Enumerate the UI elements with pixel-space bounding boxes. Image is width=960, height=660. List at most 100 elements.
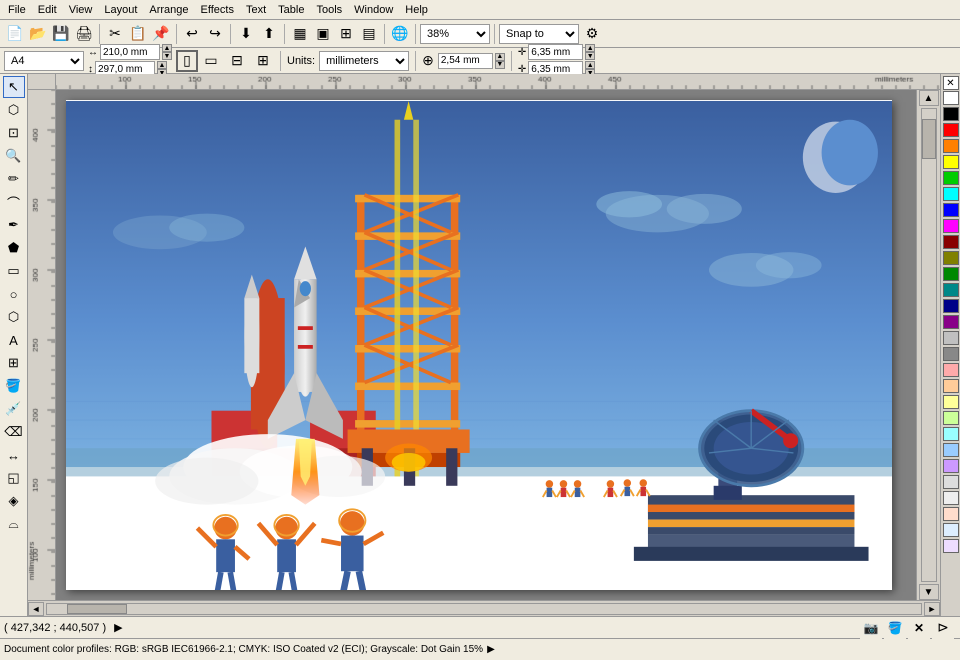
eyedropper-tool[interactable]: 💉 <box>3 398 25 420</box>
zoom-select[interactable]: 38% 50% 75% 100% <box>420 24 490 44</box>
node-tool[interactable]: ⬡ <box>3 99 25 121</box>
color-swatch-pink[interactable] <box>943 363 959 377</box>
color-swatch-light-gray2[interactable] <box>943 491 959 505</box>
color-swatch-cyan[interactable] <box>943 187 959 201</box>
color-swatch-magenta[interactable] <box>943 219 959 233</box>
scroll-up-button[interactable]: ▲ <box>919 90 939 106</box>
menu-effects[interactable]: Effects <box>195 2 240 18</box>
eraser-tool[interactable]: ⌫ <box>3 421 25 443</box>
import-button[interactable]: ⬇ <box>235 23 257 45</box>
color-swatch-lavender[interactable] <box>943 459 959 473</box>
open-button[interactable]: 📂 <box>27 23 49 45</box>
color-swatch-navy[interactable] <box>943 299 959 313</box>
color-swatch-olive[interactable] <box>943 251 959 265</box>
nx-spin-down[interactable]: ▼ <box>585 52 595 60</box>
save-button[interactable]: 💾 <box>50 23 72 45</box>
scroll-left-button[interactable]: ◄ <box>28 602 44 616</box>
page-layout2-button[interactable]: ⊞ <box>252 50 274 72</box>
portrait-button[interactable]: ▯ <box>176 50 198 72</box>
blend-tool[interactable]: ↔ <box>3 444 25 466</box>
text-tool[interactable]: A <box>3 329 25 351</box>
freehand-tool[interactable]: ✏ <box>3 168 25 190</box>
x-spin-down[interactable]: ▼ <box>495 61 505 69</box>
width-spin-down[interactable]: ▼ <box>162 52 172 60</box>
transparency-tool[interactable]: ◈ <box>3 490 25 512</box>
profile-arrow[interactable]: ▶ <box>487 644 495 655</box>
units-select[interactable]: millimeters inches pixels <box>319 51 409 71</box>
print-button[interactable]: 🖨 <box>73 23 95 45</box>
fill-tool[interactable]: 🪣 <box>3 375 25 397</box>
color-swatch-extra3[interactable] <box>943 539 959 553</box>
scroll-right-button[interactable]: ► <box>924 602 940 616</box>
color-swatch-light-yellow[interactable] <box>943 395 959 409</box>
canvas-scroll[interactable] <box>56 90 916 600</box>
color-swatch-sky-blue[interactable] <box>943 443 959 457</box>
color-swatch-black[interactable] <box>943 107 959 121</box>
scroll-down-button[interactable]: ▼ <box>919 584 939 600</box>
crop-tool[interactable]: ⊡ <box>3 122 25 144</box>
polygon-tool[interactable]: ⬡ <box>3 306 25 328</box>
scroll-thumb[interactable] <box>922 119 936 159</box>
color-swatch-blue[interactable] <box>943 203 959 217</box>
copy-button[interactable]: 📋 <box>127 23 149 45</box>
page-size-select[interactable]: A4 <box>4 51 84 71</box>
menu-file[interactable]: File <box>2 2 32 18</box>
shadow-tool[interactable]: ◱ <box>3 467 25 489</box>
new-button[interactable]: 📄 <box>4 23 26 45</box>
page-width-input[interactable] <box>100 44 160 60</box>
color-swatch-purple[interactable] <box>943 315 959 329</box>
no-color-swatch[interactable]: ✕ <box>943 76 959 90</box>
page-layout-button[interactable]: ⊟ <box>226 50 248 72</box>
menu-help[interactable]: Help <box>399 2 434 18</box>
color-swatch-peach[interactable] <box>943 379 959 393</box>
view-button4[interactable]: ▤ <box>358 23 380 45</box>
color-swatch-orange[interactable] <box>943 139 959 153</box>
color-swatch-dark-green[interactable] <box>943 267 959 281</box>
color-swatch-light-gray1[interactable] <box>943 475 959 489</box>
rectangle-tool[interactable]: ▭ <box>3 260 25 282</box>
vertical-scrollbar[interactable] <box>921 108 937 582</box>
view-button2[interactable]: ▣ <box>312 23 334 45</box>
menu-edit[interactable]: Edit <box>32 2 63 18</box>
arrow-indicator[interactable]: ▶ <box>114 621 122 634</box>
zoom-tool[interactable]: 🔍 <box>3 145 25 167</box>
cut-button[interactable]: ✂ <box>104 23 126 45</box>
menu-window[interactable]: Window <box>348 2 399 18</box>
menu-view[interactable]: View <box>63 2 99 18</box>
horizontal-scrollbar[interactable] <box>46 603 922 615</box>
x-coord-input[interactable] <box>438 53 493 69</box>
color-swatch-extra2[interactable] <box>943 523 959 537</box>
last-col-button[interactable]: ⊳ <box>932 617 954 639</box>
snap-options-button[interactable]: ⚙ <box>581 23 603 45</box>
pointer-tool[interactable]: ↖ <box>3 76 25 98</box>
landscape-button[interactable]: ▭ <box>200 50 222 72</box>
table-tool[interactable]: ⊞ <box>3 352 25 374</box>
color-swatch-silver[interactable] <box>943 331 959 345</box>
menu-tools[interactable]: Tools <box>310 2 348 18</box>
width-spin-up[interactable]: ▲ <box>162 44 172 52</box>
h-scroll-thumb[interactable] <box>67 604 127 614</box>
color-swatch-dark-red[interactable] <box>943 235 959 249</box>
color-swatch-extra1[interactable] <box>943 507 959 521</box>
redo-button[interactable]: ↪ <box>204 23 226 45</box>
menu-table[interactable]: Table <box>272 2 310 18</box>
nx-spin-up[interactable]: ▲ <box>585 44 595 52</box>
menu-text[interactable]: Text <box>240 2 272 18</box>
smart-fill-tool[interactable]: ⬟ <box>3 237 25 259</box>
color-swatch-teal[interactable] <box>943 283 959 297</box>
color-swatch-light-green[interactable] <box>943 411 959 425</box>
fill-icon[interactable]: 🪣 <box>884 617 906 639</box>
snap-select[interactable]: Snap to <box>499 24 579 44</box>
ny-spin-up[interactable]: ▲ <box>585 61 595 69</box>
nudge-x-input[interactable] <box>528 44 583 60</box>
view-button3[interactable]: ⊞ <box>335 23 357 45</box>
menu-layout[interactable]: Layout <box>98 2 143 18</box>
camera-button[interactable]: 📷 <box>860 617 882 639</box>
menu-arrange[interactable]: Arrange <box>143 2 194 18</box>
color-swatch-white[interactable] <box>943 91 959 105</box>
ellipse-tool[interactable]: ○ <box>3 283 25 305</box>
color-swatch-gray[interactable] <box>943 347 959 361</box>
height-spin-up[interactable]: ▲ <box>157 61 167 69</box>
view-options-button[interactable]: ▦ <box>289 23 311 45</box>
undo-button[interactable]: ↩ <box>181 23 203 45</box>
